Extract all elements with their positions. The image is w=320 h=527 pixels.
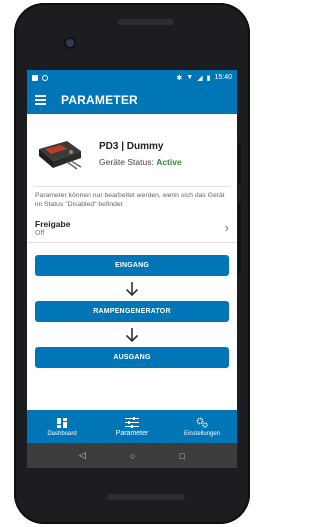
hamburger-menu-icon[interactable] <box>35 94 46 105</box>
nav-einstellungen[interactable]: Einstellungen <box>167 410 237 443</box>
bluetooth-icon: ✱ <box>176 74 183 82</box>
front-camera <box>66 39 74 47</box>
tune-icon <box>125 416 139 428</box>
wifi-icon: ▼ <box>186 74 194 81</box>
nav-dashboard[interactable]: Dashboard <box>27 410 97 443</box>
bottom-navigation: Dashboard Parameter Einstellungen <box>27 410 237 443</box>
back-icon[interactable]: ◁ <box>79 450 86 461</box>
signal-icon: ◢ <box>197 74 203 82</box>
setting-label: Freigabe <box>35 218 71 229</box>
volume-button <box>238 143 241 183</box>
parameter-flow: EINGANG RAMPENGENERATOR AUSGANG <box>27 243 237 368</box>
ausgang-button[interactable]: AUSGANG <box>35 347 229 368</box>
system-navigation-bar: ◁ ○ □ <box>27 443 237 468</box>
sync-icon <box>42 74 48 81</box>
edit-notice: Parameter können nur bearbeitet werden, … <box>35 192 225 208</box>
device-status-label: Geräte Status: <box>99 157 154 167</box>
earpiece <box>118 19 174 25</box>
device-status: Geräte Status: Active <box>99 157 182 167</box>
battery-icon: ▮ <box>206 74 211 82</box>
notification-icon <box>32 74 38 81</box>
status-bar: ✱ ▼ ◢ ▮ 15:40 <box>27 70 237 85</box>
page-title: PARAMETER <box>61 92 138 107</box>
device-name: PD3 | Dummy <box>99 141 164 152</box>
home-icon[interactable]: ○ <box>130 451 135 461</box>
eingang-button[interactable]: EINGANG <box>35 255 229 276</box>
dashboard-icon <box>57 417 67 429</box>
device-status-value: Active <box>156 157 182 167</box>
device-header: PD3 | Dummy Geräte Status: Active <box>27 114 237 180</box>
setting-row-freigabe[interactable]: Freigabe Off › <box>27 213 237 243</box>
app-bar: PARAMETER <box>27 85 237 114</box>
speaker-grille <box>107 494 185 500</box>
recents-icon[interactable]: □ <box>180 451 185 461</box>
nav-einstellungen-label: Einstellungen <box>183 430 221 437</box>
app-screen: ✱ ▼ ◢ ▮ 15:40 PARAMETER PD3 | Dummy Gerä… <box>27 70 237 468</box>
nav-parameter[interactable]: Parameter <box>97 410 167 443</box>
rampengenerator-button[interactable]: RAMPENGENERATOR <box>35 301 229 322</box>
setting-value: Off <box>35 229 45 237</box>
nav-dashboard-label: Dashboard <box>47 430 77 437</box>
nav-parameter-label: Parameter <box>115 430 149 437</box>
arrow-down-icon <box>35 322 229 347</box>
gears-icon <box>196 417 208 429</box>
device-image <box>37 135 83 173</box>
chevron-right-icon: › <box>224 220 229 235</box>
power-button <box>238 203 241 273</box>
clock: 15:40 <box>214 74 232 81</box>
arrow-down-icon <box>35 276 229 301</box>
